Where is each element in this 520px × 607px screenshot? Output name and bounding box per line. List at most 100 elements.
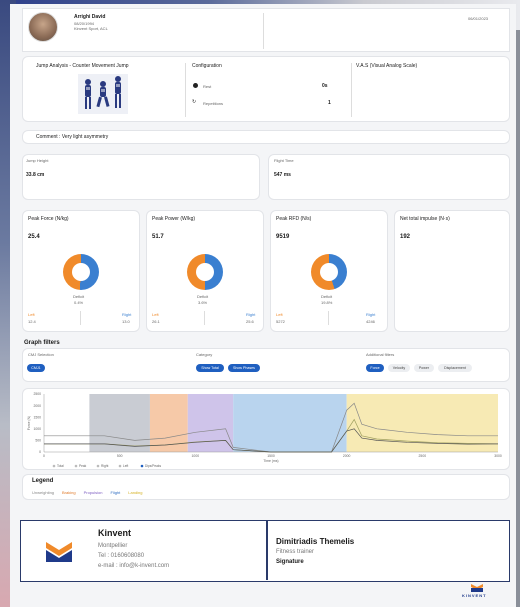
- y-tick-label: 2500: [33, 392, 41, 396]
- phase-band-flight: [233, 394, 347, 452]
- chart-legend-label: Dips/Peaks: [145, 464, 162, 468]
- peak-power-title: Peak Power (W/kg): [152, 216, 196, 222]
- peak-force-right-label: Right: [122, 312, 132, 317]
- chart-legend-marker: [118, 464, 122, 468]
- cmj-selection-label: CMJ Selection: [28, 352, 54, 357]
- config-reps-value: 1: [328, 100, 331, 106]
- cmj-pill[interactable]: CMJ1: [27, 364, 45, 372]
- config-title: Configuration: [192, 63, 222, 69]
- chart-legend-marker: [96, 464, 100, 468]
- brand-wordmark: KINVENT: [462, 593, 487, 598]
- peak-rfd-deficit: 19.8%: [321, 300, 333, 305]
- category-label: Category: [196, 352, 213, 357]
- peak-force-donut: [63, 254, 99, 290]
- legend-flight: Flight: [110, 490, 121, 495]
- chart-legend-marker: [140, 464, 144, 468]
- velocity-pill[interactable]: Velocity: [388, 364, 410, 372]
- filters-title: Graph filters: [24, 340, 60, 346]
- chart-legend-label: Total: [57, 464, 64, 468]
- footer-city: Montpellier: [98, 543, 128, 549]
- x-tick-label: 1000: [192, 454, 200, 458]
- net-impulse-value: 192: [400, 234, 411, 240]
- legend-propulsion: Propulsion: [83, 490, 103, 495]
- power-pill[interactable]: Power: [414, 364, 434, 372]
- athlete-name: Arrighi David: [74, 14, 106, 20]
- peak-power-right: 25.6: [246, 319, 254, 324]
- peak-power-left: 26.1: [152, 319, 160, 324]
- peak-power-deficit: 3.6%: [198, 300, 208, 305]
- net-impulse-title: Net total impulse (N·s): [400, 216, 450, 222]
- x-tick-label: 2000: [343, 454, 351, 458]
- kinvent-brand-icon: [471, 584, 483, 592]
- chart-legend-marker: [74, 464, 78, 468]
- legend-items: Unweighting Braking Propulsion Flight La…: [32, 490, 143, 495]
- analysis-title: Jump Analysis - Counter Movement Jump: [36, 63, 129, 69]
- trainer-role: Fitness trainer: [276, 549, 315, 555]
- peak-force-deficit: 0.4%: [74, 300, 84, 305]
- metric-card-net-impulse: [394, 210, 510, 332]
- signature-label: Signature: [276, 559, 304, 565]
- x-tick-label: 500: [117, 454, 123, 458]
- peak-rfd-donut: [311, 254, 347, 290]
- x-tick-label: 3000: [494, 454, 502, 458]
- filters-card: [22, 348, 510, 382]
- trainer-name: Dimitriadis Themelis: [276, 537, 355, 546]
- flight-time-value: 547 ms: [274, 172, 291, 178]
- y-axis-label: Force (N): [27, 416, 31, 430]
- flight-time-card: [268, 154, 510, 200]
- x-tick-label: 1500: [267, 454, 275, 458]
- athlete-club: Kinvent Sport, ACL: [74, 26, 108, 31]
- legend-landing: Landing: [128, 490, 143, 495]
- show-total-pill[interactable]: Show Total: [196, 364, 224, 372]
- x-axis-label: Time (ms): [263, 459, 278, 463]
- additional-filters-label: Additional filters: [366, 352, 395, 357]
- displacement-pill[interactable]: Displacement: [438, 364, 472, 372]
- show-phases-pill[interactable]: Show Phases: [228, 364, 260, 372]
- peak-force-value: 25.4: [28, 234, 40, 240]
- peak-force-deficit-label: Deficit: [73, 294, 85, 299]
- avatar: [28, 12, 58, 42]
- peak-force-left: 12.4: [28, 319, 36, 324]
- phase-band-propulsion: [187, 394, 234, 452]
- footer-email: e-mail : info@k-invent.com: [98, 563, 170, 569]
- chart-legend-label: Peak: [79, 464, 87, 468]
- force-pill[interactable]: Force: [366, 364, 384, 372]
- y-tick-label: 1000: [33, 427, 41, 431]
- x-tick-label: 2500: [419, 454, 427, 458]
- jump-height-value: 33.8 cm: [26, 172, 45, 178]
- jump-height-card: [22, 154, 260, 200]
- peak-rfd-left-label: Left: [276, 312, 283, 317]
- chart-legend-label: Left: [123, 464, 128, 468]
- peak-power-value: 51.7: [152, 234, 164, 240]
- legend-braking: Braking: [62, 490, 76, 495]
- peak-rfd-value: 9519: [276, 234, 290, 240]
- peak-rfd-deficit-label: Deficit: [321, 294, 333, 299]
- legend-card: [22, 474, 510, 500]
- footer-company: Kinvent: [98, 528, 132, 538]
- comment-text: Comment : Very light asymmetry: [36, 134, 109, 140]
- flight-time-label: Flight Time: [274, 158, 294, 163]
- y-tick-label: 1500: [33, 415, 41, 419]
- peak-rfd-right-label: Right: [366, 312, 376, 317]
- peak-force-right: 13.0: [122, 319, 130, 324]
- peak-power-donut: [187, 254, 223, 290]
- config-rest-label: Rest: [203, 84, 212, 89]
- peak-force-title: Peak Force (N/kg): [28, 216, 69, 222]
- force-time-chart: 2500 2000 1500 1000 500 00 500 1000 1500 2000 2500…: [27, 392, 502, 468]
- legend-title: Legend: [32, 478, 54, 484]
- peak-rfd-left: 5272: [276, 319, 285, 324]
- kinvent-logo-icon: [46, 542, 72, 562]
- peak-rfd-title: Peak RFD (N/s): [276, 216, 312, 222]
- peak-power-deficit-label: Deficit: [197, 294, 209, 299]
- footer-tel: Tel : 0160608080: [98, 553, 145, 559]
- report-date: 06/01/2023: [468, 16, 489, 21]
- y-tick-label: 500: [35, 439, 41, 443]
- config-reps-label: Repetitions: [203, 101, 224, 106]
- jump-figure-illustration: [78, 74, 128, 114]
- y-tick-label: 2000: [33, 404, 41, 408]
- repeat-icon: ↻: [192, 99, 197, 105]
- chart-legend-label: Right: [101, 464, 109, 468]
- legend-unweighting: Unweighting: [32, 490, 55, 495]
- peak-force-left-label: Left: [28, 312, 35, 317]
- peak-power-right-label: Right: [246, 312, 256, 317]
